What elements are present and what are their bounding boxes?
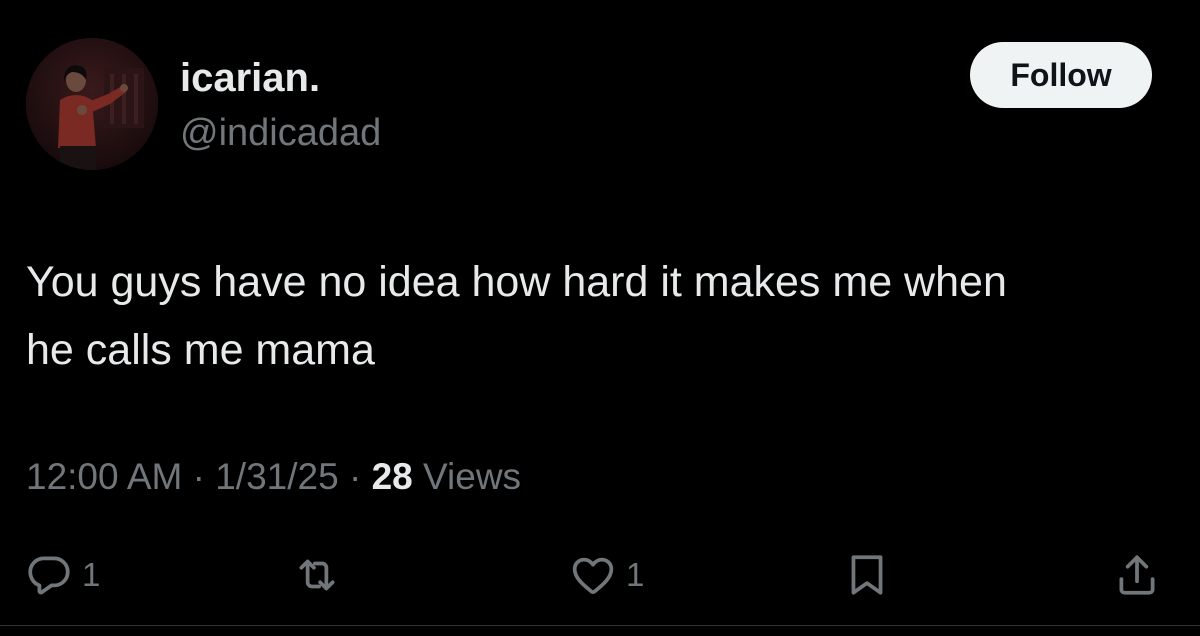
views-count: 28 <box>371 456 413 497</box>
tweet-text: You guys have no idea how hard it makes … <box>26 258 1007 374</box>
display-name[interactable]: icarian. <box>180 54 320 102</box>
like-button[interactable]: 1 <box>568 540 644 610</box>
bookmark-icon <box>851 555 883 595</box>
tweet-time[interactable]: 12:00 AM <box>26 456 182 497</box>
bookmark-button[interactable] <box>842 540 892 610</box>
heart-icon <box>572 557 614 594</box>
reply-icon <box>28 556 70 595</box>
avatar[interactable] <box>26 38 158 170</box>
tweet-meta: 12:00 AM · 1/31/25 · 28 Views <box>26 454 521 500</box>
views-label: Views <box>423 456 522 497</box>
tweet-date[interactable]: 1/31/25 <box>215 456 338 497</box>
reply-count: 1 <box>82 556 101 593</box>
action-bar: 1 1 <box>0 540 1200 610</box>
user-handle[interactable]: @indicadad <box>180 110 381 156</box>
meta-separator: · <box>348 456 362 497</box>
like-count: 1 <box>626 556 645 593</box>
share-icon <box>1119 555 1155 595</box>
follow-button[interactable]: Follow <box>970 42 1152 108</box>
share-button[interactable] <box>1112 540 1162 610</box>
retweet-icon <box>299 559 335 591</box>
retweet-button[interactable] <box>292 540 342 610</box>
meta-separator: · <box>192 456 205 497</box>
divider <box>0 625 1200 626</box>
avatar-image <box>26 38 158 170</box>
tweet-card: icarian. @indicadad Follow You guys have… <box>0 0 1200 636</box>
reply-button[interactable]: 1 <box>24 540 100 610</box>
